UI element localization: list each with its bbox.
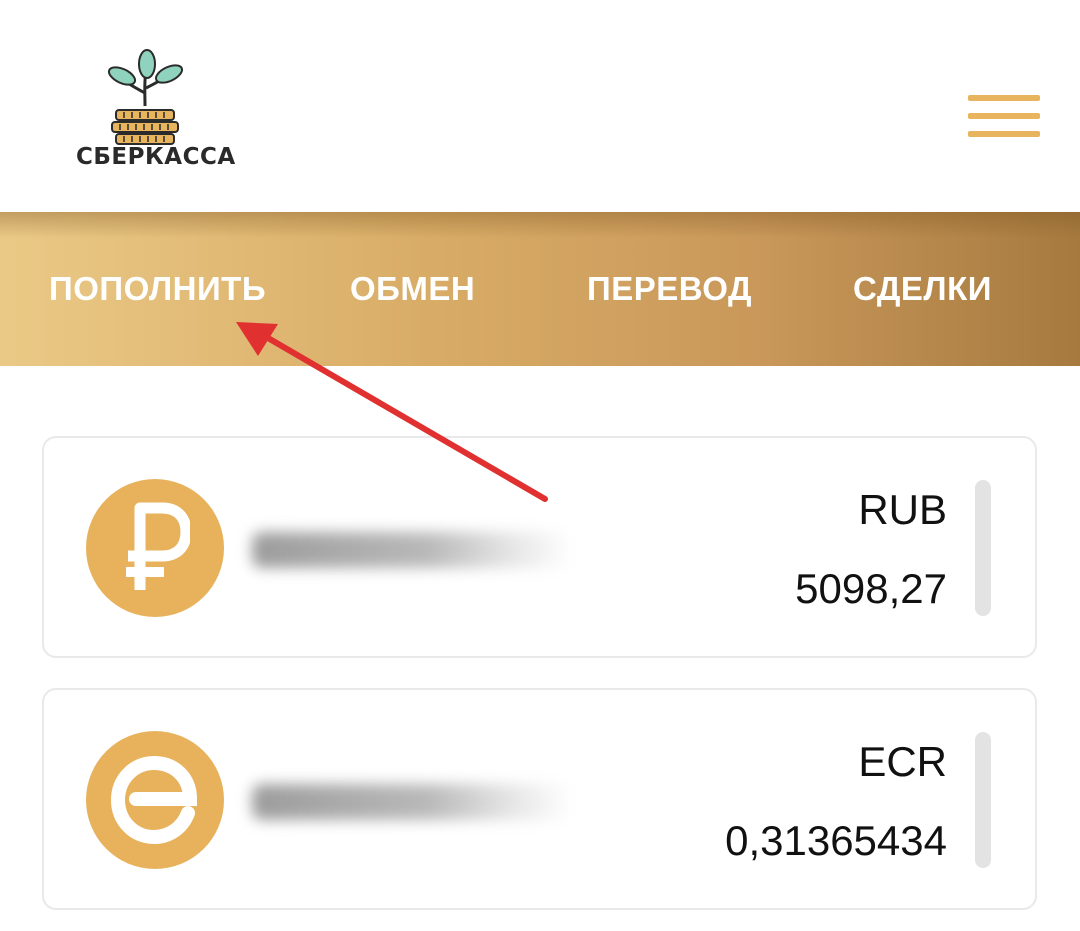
wallet-currency: ECR — [858, 738, 947, 785]
wallet-balance: 5098,27 — [795, 565, 947, 612]
card-scrollbar[interactable] — [975, 480, 991, 616]
wallet-screen: СБЕРКАССА ПОПОЛНИТЬ ОБМЕН ПЕРЕВОД СДЕЛКИ… — [0, 0, 1080, 931]
nav-transfer[interactable]: ПЕРЕВОД — [587, 270, 752, 308]
action-nav-bar: ПОПОЛНИТЬ ОБМЕН ПЕРЕВОД СДЕЛКИ — [0, 212, 1080, 366]
ecoin-icon — [86, 731, 224, 869]
nav-deals[interactable]: СДЕЛКИ — [853, 270, 992, 308]
wallet-card-rub[interactable]: RUB 5098,27 — [42, 436, 1037, 658]
ruble-icon — [86, 479, 224, 617]
wallet-id-blurred — [252, 784, 572, 820]
wallet-currency: RUB — [858, 486, 947, 533]
wallet-card-ecr[interactable]: ECR 0,31365434 — [42, 688, 1037, 910]
nav-deposit[interactable]: ПОПОЛНИТЬ — [49, 270, 266, 308]
wallet-balance: 0,31365434 — [725, 817, 947, 864]
app-header: СБЕРКАССА — [0, 0, 1080, 212]
wallet-id-blurred — [252, 532, 572, 568]
brand-logo[interactable]: СБЕРКАССА — [70, 48, 235, 178]
brand-name: СБЕРКАССА — [76, 144, 236, 170]
nav-exchange[interactable]: ОБМЕН — [350, 270, 475, 308]
hamburger-menu-icon[interactable] — [968, 95, 1040, 139]
card-scrollbar[interactable] — [975, 732, 991, 868]
sprout-on-coins-icon — [107, 49, 184, 145]
